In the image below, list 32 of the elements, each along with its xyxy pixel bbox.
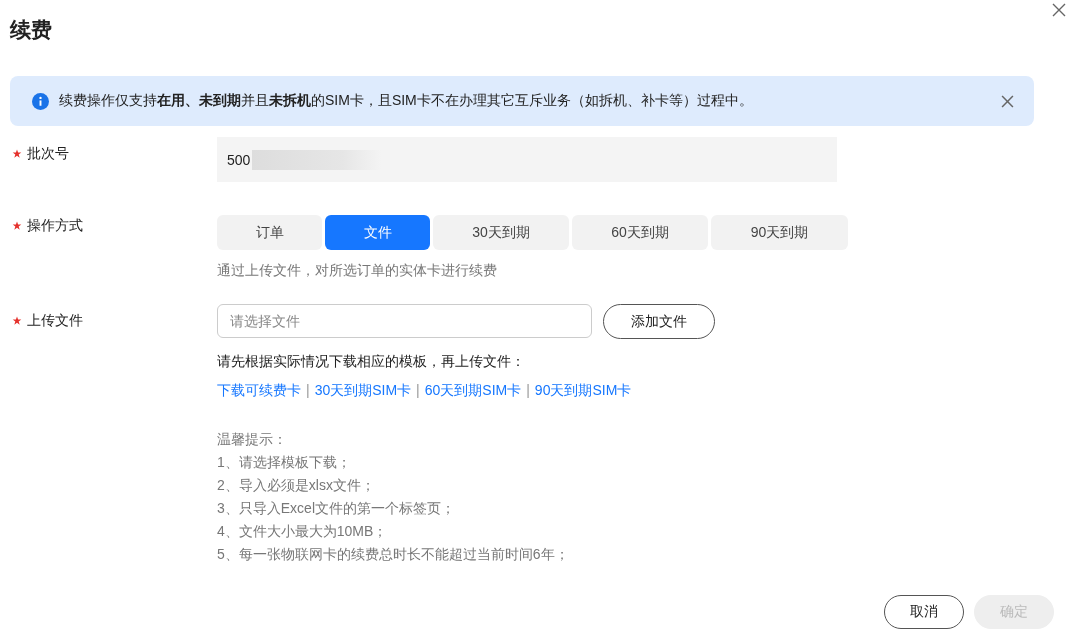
info-icon: [32, 92, 49, 110]
close-icon[interactable]: [1001, 94, 1014, 108]
field-label: 批次号: [27, 145, 69, 163]
separator: |: [526, 382, 530, 400]
mode-tab[interactable]: 文件: [325, 215, 430, 250]
template-link[interactable]: 30天到期SIM卡: [314, 382, 412, 400]
tip-text: 5、每一张物联网卡的续费总时长不能超过当前时间6年；: [217, 545, 569, 564]
separator: |: [306, 382, 310, 400]
file-input[interactable]: 请选择文件: [217, 304, 592, 338]
dialog-title: 续费: [10, 17, 52, 43]
batch-field: 500: [217, 137, 837, 182]
template-link[interactable]: 下载可续费卡: [217, 382, 301, 400]
instruction-text: 请先根据实际情况下载相应的模板，再上传文件：: [217, 353, 525, 371]
tip-text: 4、文件大小最大为10MB；: [217, 522, 389, 541]
separator: |: [416, 382, 420, 400]
hint-text: 通过上传文件，对所选订单的实体卡进行续费: [217, 262, 497, 280]
add-file-button[interactable]: 添加文件: [603, 304, 715, 339]
tips-title: 温馨提示：: [217, 430, 288, 449]
mode-tab[interactable]: 60天到期: [572, 215, 708, 250]
template-link[interactable]: 60天到期SIM卡: [424, 382, 522, 400]
tip-text: 1、请选择模板下载；: [217, 453, 352, 472]
banner-message: 续费操作仅支持在用、未到期并且未拆机的SIM卡，且SIM卡不在办理其它互斥业务（如拆机、补卡等）过程中。: [59, 92, 754, 110]
tip-text: 3、只导入Excel文件的第一个标签页；: [217, 499, 457, 518]
close-icon[interactable]: [1052, 3, 1066, 17]
mode-tab[interactable]: 90天到期: [711, 215, 848, 250]
mode-tab[interactable]: 订单: [217, 215, 322, 250]
dialog-button[interactable]: 取消: [884, 595, 964, 629]
mode-tab[interactable]: 30天到期: [433, 215, 569, 250]
tip-text: 2、导入必须是xlsx文件；: [217, 476, 376, 495]
template-link[interactable]: 90天到期SIM卡: [534, 382, 632, 400]
field-label: 上传文件: [27, 312, 83, 330]
field-label: 操作方式: [27, 217, 83, 235]
